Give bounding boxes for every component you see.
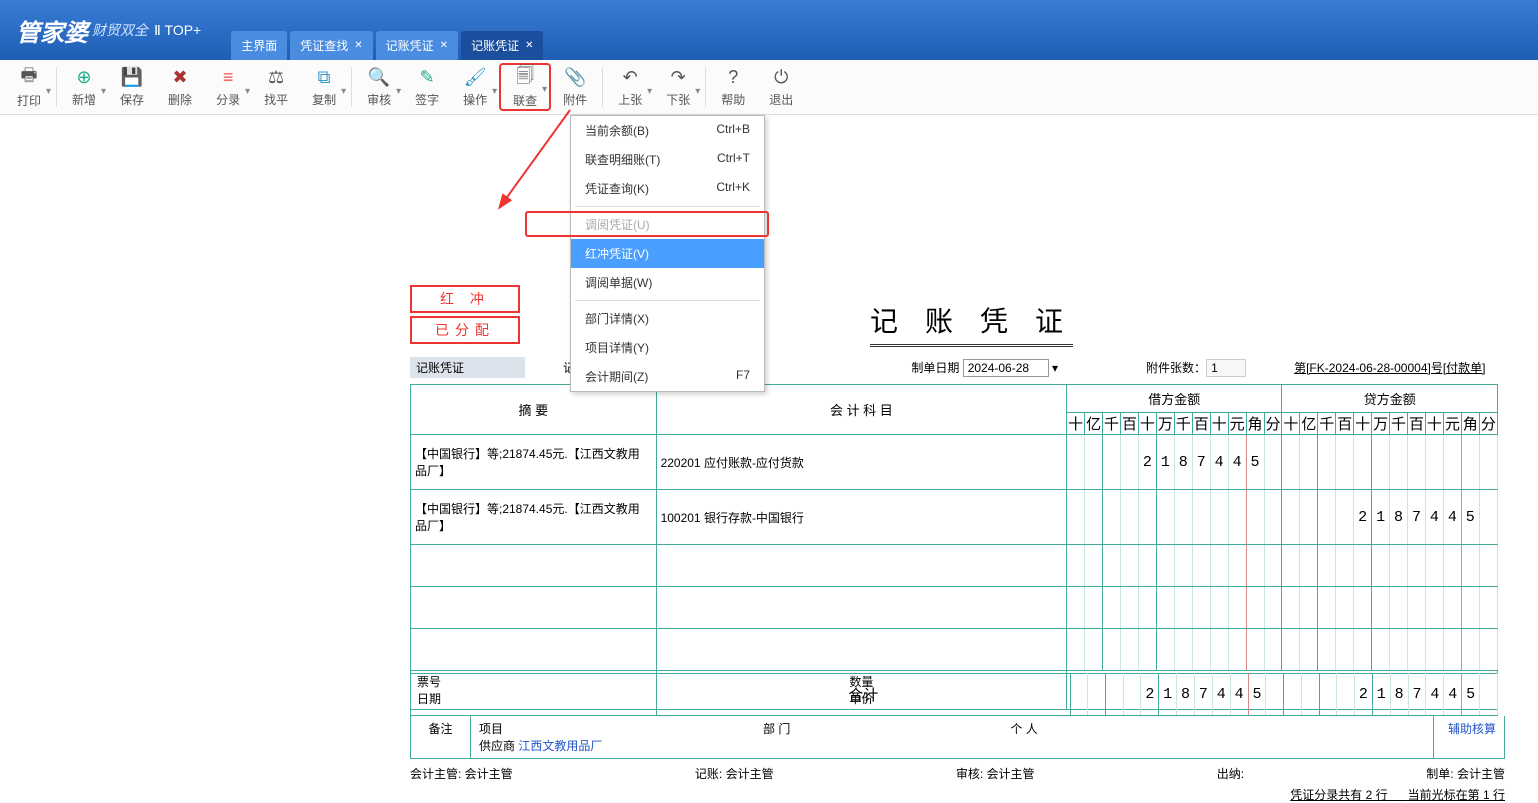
- total-table: 合计 2187445 2187445: [410, 673, 1498, 716]
- tab-voucher-2[interactable]: 记账凭证✕: [461, 31, 543, 60]
- exit-button[interactable]: ⏻退出: [757, 63, 805, 111]
- stamp-allocated: 已分配: [410, 316, 520, 344]
- col-credit: 贷方金额: [1282, 385, 1498, 413]
- help-icon: ?: [728, 66, 738, 89]
- col-summary: 摘 要: [411, 385, 657, 435]
- pen-icon: ✎: [420, 66, 435, 89]
- table-row[interactable]: [411, 629, 1498, 671]
- logo-plus: Ⅱ TOP+: [154, 22, 201, 39]
- clip-icon: 📎: [564, 66, 586, 89]
- link-icon: 🗐: [516, 66, 534, 90]
- voucher-title: 记 账 凭 证: [870, 300, 1073, 347]
- aux-link[interactable]: 辅助核算: [1434, 716, 1504, 758]
- date-input[interactable]: [963, 359, 1049, 377]
- save-button[interactable]: 💾保存: [108, 63, 156, 111]
- attach-button[interactable]: 📎附件: [551, 63, 599, 111]
- save-icon: 💾: [121, 66, 143, 89]
- menu-view-voucher: 调阅凭证(U): [571, 210, 764, 239]
- link-button[interactable]: 🗐联查: [499, 63, 551, 111]
- table-row[interactable]: [411, 545, 1498, 587]
- attach-count[interactable]: 1: [1206, 359, 1246, 377]
- copy-icon: ⧉: [318, 66, 331, 89]
- print-button[interactable]: 🖶打印: [5, 63, 53, 111]
- table-row[interactable]: 【中国银行】等;21874.45元.【江西文教用品厂】 220201 应付账款-…: [411, 435, 1498, 490]
- print-icon: 🖶: [21, 66, 38, 90]
- operate-button[interactable]: 🖌操作: [451, 63, 499, 111]
- toolbar: 🖶打印 ⊕新增 💾保存 ✖删除 ≡分录 ⚖找平 ⧉复制 🔍审核 ✎签字 🖌操作 …: [0, 60, 1538, 115]
- menu-link-detail[interactable]: 联查明细账(T)Ctrl+T: [571, 145, 764, 174]
- close-icon[interactable]: ✕: [525, 40, 533, 51]
- close-icon[interactable]: ✕: [440, 40, 448, 51]
- voucher-table: 摘 要 会 计 科 目 借方金额 贷方金额 十亿千百十万千百十元角分十亿千百十万…: [410, 384, 1498, 710]
- status-line: 凭证分录共有 2 行 当前光标在第 1 行: [410, 786, 1505, 803]
- prev-button[interactable]: ↶上张: [606, 63, 654, 111]
- tab-bar: 主界面 凭证查找✕ 记账凭证✕ 记账凭证✕: [231, 31, 546, 60]
- close-icon[interactable]: ✕: [354, 40, 362, 51]
- tab-main[interactable]: 主界面: [231, 31, 287, 60]
- voucher-type-select[interactable]: 记账凭证: [410, 357, 525, 378]
- audit-button[interactable]: 🔍审核: [355, 63, 403, 111]
- app-header: 管家婆 财贸双全 Ⅱ TOP+ 主界面 凭证查找✕ 记账凭证✕ 记账凭证✕: [0, 0, 1538, 60]
- doc-number: 第[FK-2024-06-28-00004]号[付款单]: [1294, 359, 1485, 376]
- col-debit: 借方金额: [1067, 385, 1282, 413]
- supplier-link[interactable]: 江西文教用品厂: [518, 739, 602, 753]
- balance-button[interactable]: ⚖找平: [252, 63, 300, 111]
- menu-voucher-query[interactable]: 凭证查询(K)Ctrl+K: [571, 174, 764, 203]
- balance-icon: ⚖: [268, 66, 284, 89]
- menu-period[interactable]: 会计期间(Z)F7: [571, 362, 764, 391]
- next-button[interactable]: ↷下张: [654, 63, 702, 111]
- power-icon: ⏻: [774, 66, 788, 89]
- undo-icon: ↶: [623, 66, 638, 89]
- help-button[interactable]: ?帮助: [709, 63, 757, 111]
- voucher-footer: 会计主管: 会计主管 记账: 会计主管 审核: 会计主管 出纳: 制单: 会计主…: [410, 765, 1505, 782]
- entry-button[interactable]: ≡分录: [204, 63, 252, 111]
- remarks-row: 备注 项目部 门个 人 供应商 江西文教用品厂 辅助核算: [410, 716, 1505, 759]
- table-row[interactable]: 【中国银行】等;21874.45元.【江西文教用品厂】 100201 银行存款-…: [411, 490, 1498, 545]
- redo-icon: ↷: [671, 66, 686, 89]
- menu-current-balance[interactable]: 当前余额(B)Ctrl+B: [571, 116, 764, 145]
- menu-dept-detail[interactable]: 部门详情(X): [571, 304, 764, 333]
- logo-main: 管家婆: [0, 13, 88, 48]
- copy-button[interactable]: ⧉复制: [300, 63, 348, 111]
- delete-button[interactable]: ✖删除: [156, 63, 204, 111]
- table-row[interactable]: [411, 587, 1498, 629]
- tab-voucher-1[interactable]: 记账凭证✕: [376, 31, 458, 60]
- tab-voucher-search[interactable]: 凭证查找✕: [290, 31, 372, 60]
- menu-view-bill[interactable]: 调阅单据(W): [571, 268, 764, 297]
- sign-button[interactable]: ✎签字: [403, 63, 451, 111]
- delete-icon: ✖: [173, 66, 188, 89]
- menu-proj-detail[interactable]: 项目详情(Y): [571, 333, 764, 362]
- search-icon: 🔍: [368, 66, 390, 89]
- logo-sub: 财贸双全: [92, 20, 148, 40]
- brush-icon: 🖌: [464, 66, 487, 89]
- add-button[interactable]: ⊕新增: [60, 63, 108, 111]
- list-icon: ≡: [223, 66, 234, 89]
- stamp-red-reverse: 红 冲: [410, 285, 520, 313]
- link-dropdown: 当前余额(B)Ctrl+B 联查明细账(T)Ctrl+T 凭证查询(K)Ctrl…: [570, 115, 765, 392]
- col-account: 会 计 科 目: [656, 385, 1067, 435]
- menu-red-reverse[interactable]: 红冲凭证(V): [571, 239, 764, 268]
- plus-icon: ⊕: [76, 66, 91, 89]
